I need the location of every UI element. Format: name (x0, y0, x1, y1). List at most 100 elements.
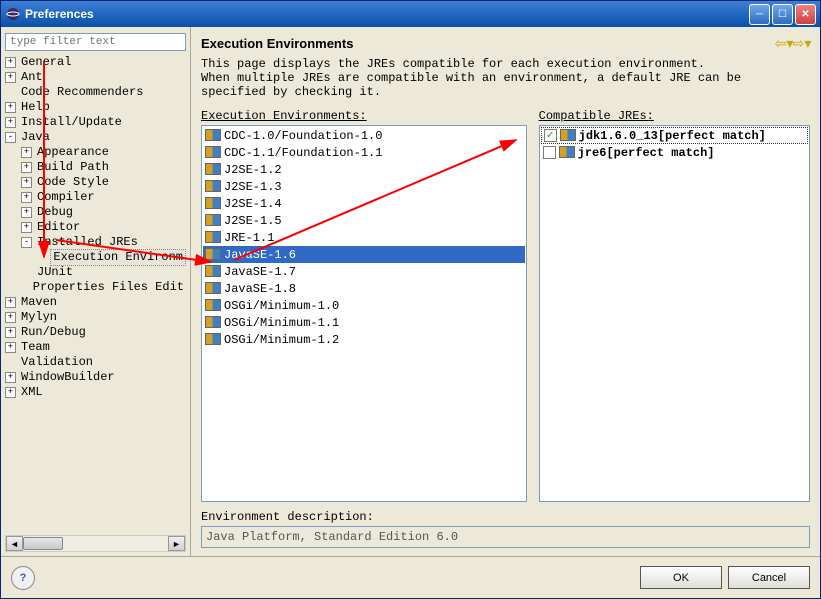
tree-toggle-icon[interactable]: + (5, 312, 16, 323)
tree-label[interactable]: Code Recommenders (19, 85, 145, 100)
tree-toggle-icon[interactable]: + (5, 117, 16, 128)
tree-label[interactable]: JUnit (35, 265, 75, 280)
tree-label[interactable]: Compiler (35, 190, 97, 205)
tree-toggle-icon[interactable]: + (5, 57, 16, 68)
tree-label[interactable]: XML (19, 385, 45, 400)
page-description: This page displays the JREs compatible f… (201, 57, 810, 99)
tree-item[interactable]: +Build Path (5, 160, 186, 175)
help-button[interactable]: ? (11, 566, 35, 590)
scroll-thumb[interactable] (23, 537, 63, 550)
environment-item[interactable]: J2SE-1.2 (203, 161, 525, 178)
tree-toggle-icon[interactable]: + (5, 102, 16, 113)
tree-label[interactable]: Ant (19, 70, 45, 85)
tree-label[interactable]: Maven (19, 295, 59, 310)
scroll-right-button[interactable]: ► (168, 536, 185, 551)
scroll-track[interactable] (23, 536, 168, 551)
tree-item[interactable]: +Help (5, 100, 186, 115)
environment-item[interactable]: CDC-1.1/Foundation-1.1 (203, 144, 525, 161)
environment-item[interactable]: OSGi/Minimum-1.2 (203, 331, 525, 348)
category-tree[interactable]: +General+AntCode Recommenders+Help+Insta… (5, 55, 186, 533)
tree-item[interactable]: +Maven (5, 295, 186, 310)
tree-item[interactable]: +WindowBuilder (5, 370, 186, 385)
forward-icon[interactable]: ⇨▾ (794, 35, 810, 51)
tree-label[interactable]: Validation (19, 355, 95, 370)
tree-item[interactable]: +Compiler (5, 190, 186, 205)
maximize-button[interactable]: ☐ (772, 4, 793, 25)
tree-toggle-icon[interactable]: + (5, 72, 16, 83)
environment-item[interactable]: JavaSE-1.7 (203, 263, 525, 280)
tree-item[interactable]: +Ant (5, 70, 186, 85)
tree-label[interactable]: Code Style (35, 175, 111, 190)
minimize-button[interactable]: ─ (749, 4, 770, 25)
tree-hscrollbar[interactable]: ◄ ► (5, 535, 186, 552)
tree-label[interactable]: General (19, 55, 73, 70)
tree-toggle-icon[interactable]: + (5, 372, 16, 383)
tree-toggle-icon[interactable]: + (5, 327, 16, 338)
environment-item[interactable]: J2SE-1.5 (203, 212, 525, 229)
tree-item[interactable]: +Debug (5, 205, 186, 220)
environment-item[interactable]: OSGi/Minimum-1.0 (203, 297, 525, 314)
jre-item[interactable]: ✓jdk1.6.0_13 [perfect match] (541, 127, 808, 144)
titlebar[interactable]: Preferences ─ ☐ ✕ (1, 1, 820, 27)
jre-checkbox[interactable] (543, 146, 556, 159)
tree-item[interactable]: -Installed JREs (5, 235, 186, 250)
tree-label[interactable]: Java (19, 130, 52, 145)
tree-label[interactable]: Appearance (35, 145, 111, 160)
tree-item[interactable]: -Java (5, 130, 186, 145)
jre-checkbox[interactable]: ✓ (544, 129, 557, 142)
back-icon[interactable]: ⇦▾ (776, 35, 792, 51)
environment-item[interactable]: J2SE-1.3 (203, 178, 525, 195)
tree-toggle-icon[interactable]: + (21, 177, 32, 188)
tree-item[interactable]: +Code Style (5, 175, 186, 190)
tree-label[interactable]: Mylyn (19, 310, 59, 325)
tree-item[interactable]: +Team (5, 340, 186, 355)
tree-item[interactable]: +XML (5, 385, 186, 400)
tree-item[interactable]: +Appearance (5, 145, 186, 160)
tree-toggle-icon[interactable]: - (21, 237, 32, 248)
tree-toggle-icon[interactable]: + (21, 162, 32, 173)
environment-item[interactable]: CDC-1.0/Foundation-1.0 (203, 127, 525, 144)
tree-label[interactable]: Team (19, 340, 52, 355)
tree-item[interactable]: +Run/Debug (5, 325, 186, 340)
tree-item[interactable]: +Editor (5, 220, 186, 235)
tree-label[interactable]: Help (19, 100, 52, 115)
tree-toggle-icon[interactable]: + (5, 342, 16, 353)
tree-item[interactable]: Validation (5, 355, 186, 370)
tree-toggle-icon[interactable]: - (5, 132, 16, 143)
environment-item[interactable]: JavaSE-1.8 (203, 280, 525, 297)
tree-item[interactable]: JUnit (5, 265, 186, 280)
tree-label[interactable]: Editor (35, 220, 82, 235)
tree-label[interactable]: WindowBuilder (19, 370, 117, 385)
tree-item[interactable]: +General (5, 55, 186, 70)
tree-toggle-icon[interactable]: + (21, 147, 32, 158)
environment-item[interactable]: JRE-1.1 (203, 229, 525, 246)
jre-item[interactable]: jre6 [perfect match] (541, 144, 808, 161)
tree-label[interactable]: Build Path (35, 160, 111, 175)
tree-toggle-icon[interactable]: + (5, 297, 16, 308)
jres-listbox[interactable]: ✓jdk1.6.0_13 [perfect match]jre6 [perfec… (539, 125, 810, 502)
tree-toggle-icon[interactable]: + (5, 387, 16, 398)
ok-button[interactable]: OK (640, 566, 722, 589)
tree-item[interactable]: +Install/Update (5, 115, 186, 130)
environments-listbox[interactable]: CDC-1.0/Foundation-1.0CDC-1.1/Foundation… (201, 125, 527, 502)
scroll-left-button[interactable]: ◄ (6, 536, 23, 551)
environment-item[interactable]: JavaSE-1.6 (203, 246, 525, 263)
tree-label[interactable]: Debug (35, 205, 75, 220)
close-button[interactable]: ✕ (795, 4, 816, 25)
tree-item[interactable]: +Mylyn (5, 310, 186, 325)
environment-item[interactable]: OSGi/Minimum-1.1 (203, 314, 525, 331)
tree-toggle-icon[interactable]: + (21, 192, 32, 203)
tree-label[interactable]: Installed JREs (35, 235, 140, 250)
tree-label[interactable]: Execution Environm (50, 249, 186, 266)
filter-input[interactable] (5, 33, 186, 51)
tree-item[interactable]: Properties Files Edit (5, 280, 186, 295)
tree-item[interactable]: Execution Environm (5, 250, 186, 265)
tree-item[interactable]: Code Recommenders (5, 85, 186, 100)
tree-toggle-icon[interactable]: + (21, 207, 32, 218)
tree-label[interactable]: Install/Update (19, 115, 124, 130)
tree-toggle-icon[interactable]: + (21, 222, 32, 233)
tree-label[interactable]: Run/Debug (19, 325, 88, 340)
cancel-button[interactable]: Cancel (728, 566, 810, 589)
tree-label[interactable]: Properties Files Edit (31, 280, 186, 295)
environment-item[interactable]: J2SE-1.4 (203, 195, 525, 212)
